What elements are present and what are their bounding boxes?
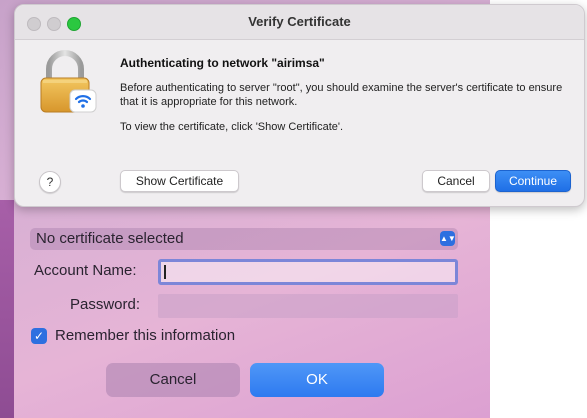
- login-cancel-button[interactable]: Cancel: [106, 363, 240, 397]
- show-certificate-button[interactable]: Show Certificate: [120, 170, 239, 192]
- password-label: Password:: [70, 296, 141, 313]
- certificate-select-value: No certificate selected: [36, 230, 184, 247]
- ok-button[interactable]: OK: [250, 363, 384, 397]
- desktop-background-edge: [0, 200, 14, 418]
- remember-checkbox[interactable]: ✓: [31, 328, 47, 344]
- title-bar: Verify Certificate: [15, 5, 584, 40]
- dialog-heading: Authenticating to network "airimsa": [120, 56, 325, 70]
- dialog-cancel-button[interactable]: Cancel: [422, 170, 490, 192]
- dialog-body-text: Before authenticating to server "root", …: [120, 82, 563, 108]
- window-title: Verify Certificate: [248, 14, 351, 29]
- account-name-input[interactable]: [158, 259, 458, 285]
- dialog-hint-text: To view the certificate, click 'Show Cer…: [120, 121, 344, 133]
- password-input[interactable]: [158, 294, 458, 318]
- continue-button[interactable]: Continue: [495, 170, 571, 192]
- remember-checkbox-label[interactable]: Remember this information: [55, 327, 235, 344]
- updown-chevron-icon: ▲▼: [440, 231, 456, 246]
- text-caret: [164, 265, 166, 279]
- help-button[interactable]: ?: [39, 171, 61, 193]
- certificate-select[interactable]: No certificate selected ▲▼: [30, 228, 458, 250]
- lock-wifi-icon: [35, 49, 99, 115]
- verify-certificate-dialog: Verify Certificate Authenticating to net…: [14, 4, 585, 207]
- account-name-label: Account Name:: [34, 262, 137, 279]
